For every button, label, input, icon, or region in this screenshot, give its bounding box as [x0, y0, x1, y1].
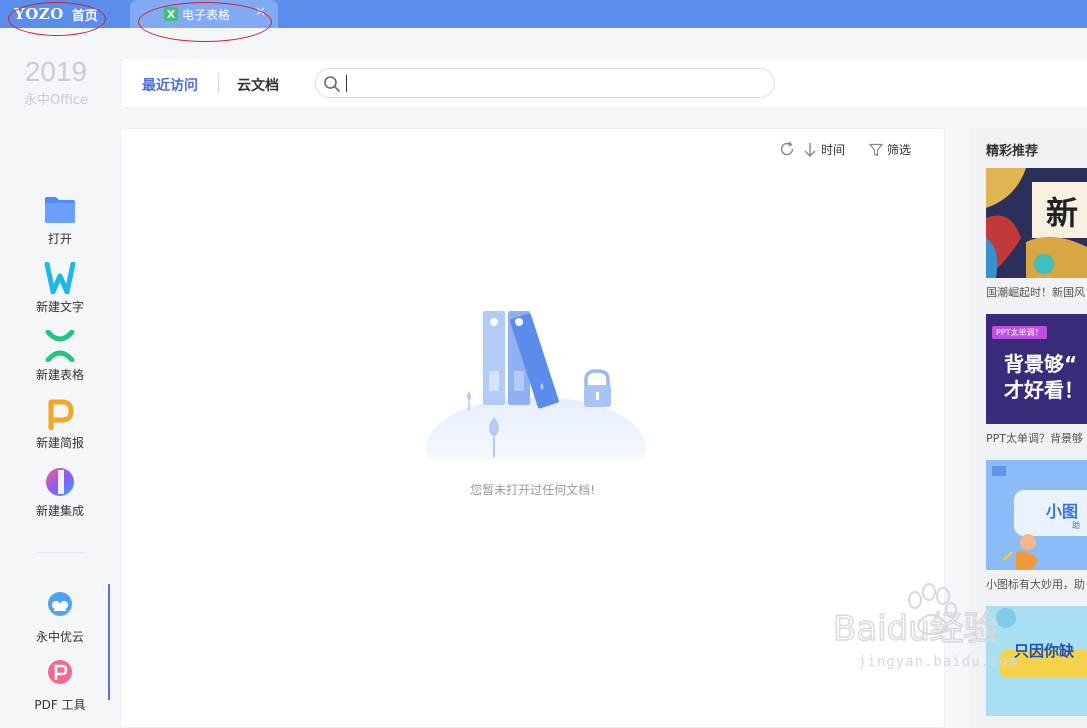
sort-label: 时间 — [821, 143, 846, 157]
sidebar-item-label: 新建简报 — [35, 436, 84, 450]
rec-card-image: PPT太单调？ 背景够“ 才好看！ — [986, 314, 1087, 424]
panel-toolbar: 时间 筛选 — [121, 141, 944, 161]
sidebar-item-new-writer[interactable]: 新建文字 — [26, 261, 94, 315]
home-tab[interactable]: YOZO 首页 — [0, 0, 128, 28]
rec-card-image-text: 新 — [1046, 194, 1079, 232]
sidebar-item-open[interactable]: 打开 — [26, 194, 94, 247]
search-icon — [324, 76, 340, 92]
rec-card-badge: PPT太单调？ — [992, 326, 1047, 339]
filter-icon — [869, 143, 883, 156]
tab-spreadsheet-label: 电子表格 — [182, 7, 231, 22]
rec-card[interactable]: PPT太单调？ 背景够“ 才好看！ PPT太单调？背景够 — [986, 314, 1087, 446]
arrow-down-icon — [804, 142, 816, 157]
rec-card[interactable]: 新 国潮崛起时！新国风 — [986, 168, 1087, 300]
sidebar-item-new-sheet[interactable]: 新建表格 — [26, 329, 94, 383]
watermark-url: jingyan.baidu.com — [858, 654, 1019, 670]
sort-by-time-button[interactable]: 时间 — [803, 141, 845, 158]
top-bar: 最近访问 云文档 — [120, 58, 1087, 108]
sidebar-item-new-integration[interactable]: 新建集成 — [26, 466, 94, 519]
rec-card-image-text: 小图 — [1046, 502, 1079, 521]
sidebar-item-label: 永中优云 — [35, 630, 84, 644]
recent-files-panel: 时间 筛选 您暂未打开过任何文档! — [120, 128, 945, 728]
search-input[interactable] — [350, 73, 764, 95]
integration-icon — [44, 466, 76, 498]
close-icon[interactable]: ✕ — [255, 5, 266, 20]
filter-label: 筛选 — [887, 143, 912, 157]
recommendations-title: 精彩推荐 — [986, 144, 1039, 159]
recommendations-panel: 精彩推荐 新 国潮崛起时！新国风 PPT太单调？ 背景够“ 才好看！ PPT太单… — [969, 128, 1087, 728]
presentation-icon — [44, 398, 76, 431]
rec-card-image-text: 背景够“ — [1004, 352, 1078, 376]
rec-card-image-text: 才好看！ — [1004, 378, 1084, 402]
tab-separator — [218, 73, 219, 93]
rec-card-image-text: 助 — [1072, 521, 1080, 530]
empty-state-illustration — [426, 311, 646, 459]
tab-cloud-docs[interactable]: 云文档 — [237, 75, 279, 95]
search-box[interactable] — [315, 68, 775, 98]
sheet-icon — [44, 329, 76, 363]
sidebar-item-label: 新建集成 — [35, 504, 84, 518]
sidebar-item-label: 新建文字 — [35, 300, 84, 314]
sidebar-item-new-presentation[interactable]: 新建简报 — [26, 398, 94, 451]
version-year: 2019 — [24, 56, 88, 87]
rec-card-image: 新 — [986, 168, 1087, 278]
cloud-icon — [44, 592, 76, 624]
pdf-icon — [44, 660, 76, 692]
home-tab-label: 首页 — [71, 8, 98, 24]
sidebar-item-pdf-tools[interactable]: PDF 工具 — [26, 660, 94, 713]
rec-card-image: 小图 助 — [986, 460, 1087, 570]
brand-name: 永中Office — [24, 93, 88, 108]
sidebar-item-label: PDF 工具 — [34, 698, 86, 712]
title-bar: YOZO 首页 X 电子表格 ✕ — [0, 0, 1087, 28]
tab-recent[interactable]: 最近访问 — [142, 75, 198, 95]
sidebar-scroll-indicator — [108, 584, 110, 700]
folder-icon — [44, 194, 76, 226]
rec-card-caption: PPT太单调？背景够 — [986, 432, 1083, 445]
writer-icon — [44, 261, 76, 295]
rec-card-caption: 国潮崛起时！新国风 — [986, 286, 1085, 299]
sidebar-divider — [36, 552, 86, 553]
rec-card-caption: 小图标有大妙用，助 — [986, 578, 1085, 591]
filter-button[interactable]: 筛选 — [869, 141, 911, 158]
refresh-icon[interactable] — [779, 141, 795, 157]
sidebar-item-yozo-cloud[interactable]: 永中优云 — [26, 592, 94, 645]
rec-card-image-text: 只因你缺 — [1014, 642, 1075, 660]
text-caret — [346, 75, 347, 92]
sidebar-item-label: 打开 — [47, 232, 72, 246]
sidebar-item-label: 新建表格 — [35, 368, 84, 382]
spreadsheet-icon: X — [164, 7, 178, 21]
rec-card[interactable]: 小图 助 小图标有大妙用，助 — [986, 460, 1087, 592]
tab-spreadsheet[interactable]: X 电子表格 ✕ — [130, 0, 278, 28]
yozo-logo: YOZO — [14, 5, 64, 23]
empty-state-message: 您暂未打开过任何文档! — [470, 483, 595, 497]
